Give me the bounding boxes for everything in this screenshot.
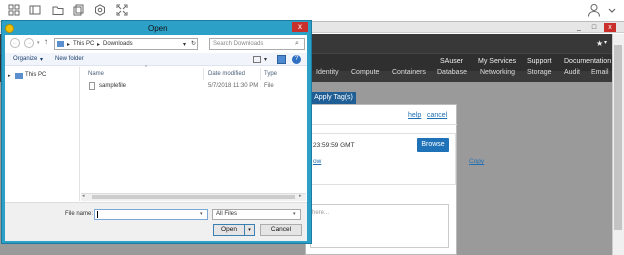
nav-item-this-pc[interactable]: This PC — [25, 72, 46, 78]
open-button-label: Open — [221, 226, 237, 233]
grid-icon[interactable] — [8, 4, 20, 16]
file-name-label: File name: — [65, 211, 94, 217]
expiry-date-text: 23:59:59 GMT — [313, 142, 355, 149]
file-type-select[interactable]: All Files ▾ — [212, 209, 301, 220]
service-storage[interactable]: Storage — [527, 69, 552, 76]
copy-link[interactable]: Copy — [469, 158, 484, 165]
chevron-down-icon: ▾ — [40, 57, 44, 63]
service-containers[interactable]: Containers — [392, 69, 426, 76]
breadcrumb-separator: ▸ — [67, 42, 71, 48]
open-button[interactable]: Open — [213, 224, 245, 236]
column-divider — [203, 68, 204, 80]
column-divider — [260, 68, 261, 80]
computer-icon — [57, 41, 64, 47]
file-name: samplefile — [99, 83, 127, 89]
dialog-divider — [305, 124, 457, 125]
fullscreen-icon[interactable] — [116, 4, 128, 16]
organize-menu[interactable]: Organize — [13, 56, 37, 62]
file-date: 5/7/2018 11:30 PM — [208, 83, 259, 89]
cancel-link[interactable]: cancel — [427, 112, 447, 119]
breadcrumb-this-pc[interactable]: This PC — [73, 41, 94, 47]
open-options-dropdown[interactable]: ▾ — [245, 224, 255, 236]
service-compute[interactable]: Compute — [351, 69, 379, 76]
open-dialog-title: Open — [148, 24, 168, 33]
close-button[interactable]: x — [604, 23, 616, 32]
breadcrumb-downloads[interactable]: Downloads — [103, 41, 133, 47]
page-scroll-thumb[interactable] — [614, 45, 622, 230]
column-header-name[interactable]: Name — [88, 71, 104, 77]
text-cursor — [97, 211, 98, 218]
preview-pane-icon[interactable] — [277, 55, 286, 64]
star-icon[interactable]: ★ — [596, 39, 603, 48]
refresh-icon[interactable]: ↻ — [191, 40, 196, 47]
documentation-link[interactable]: Documentation — [564, 58, 611, 65]
new-folder-button[interactable]: New folder — [55, 56, 84, 62]
search-icon[interactable]: ⌕ — [295, 40, 299, 48]
search-input[interactable]: Search Downloads ⌕ — [209, 38, 305, 50]
open-dialog-close-button[interactable]: x — [292, 22, 308, 32]
navigation-pane: ▸ This PC — [5, 67, 80, 201]
minimize-button[interactable]: _ — [573, 23, 585, 32]
my-services-link[interactable]: My Services — [478, 58, 516, 65]
sort-indicator-icon: ^ — [145, 65, 148, 71]
help-icon[interactable]: ? — [292, 55, 301, 64]
settings-icon[interactable] — [94, 4, 106, 16]
user-menu[interactable]: SAuser — [440, 58, 463, 65]
up-arrow-icon[interactable]: ↑ — [44, 37, 48, 46]
open-dialog-titlebar: Open — [3, 22, 310, 35]
horizontal-scroll-thumb[interactable] — [92, 195, 295, 199]
apply-tags-button[interactable]: Apply Tag(s) — [311, 92, 356, 104]
column-header-type[interactable]: Type — [264, 71, 277, 77]
chevron-down-icon[interactable] — [606, 4, 618, 16]
computer-icon — [15, 73, 23, 79]
chevron-down-icon: ▾ — [248, 227, 251, 233]
file-type: File — [264, 83, 274, 89]
maximize-button[interactable]: □ — [588, 23, 600, 32]
address-bar[interactable]: ▸ This PC ▸ Downloads ▾ ↻ — [54, 38, 198, 50]
scroll-left-icon[interactable]: ◂ — [82, 193, 85, 199]
cancel-button-label: Cancel — [270, 226, 292, 233]
back-arrow-icon[interactable]: ← — [10, 38, 20, 48]
search-placeholder: Search Downloads — [213, 41, 264, 47]
recent-locations-icon[interactable]: ▾ — [37, 40, 40, 46]
help-link[interactable]: help — [408, 112, 421, 119]
chrome-app-icon — [5, 24, 14, 33]
view-options-icon[interactable] — [253, 56, 261, 63]
app-toolbar — [0, 0, 624, 20]
chevron-down-icon[interactable]: ▾ — [200, 211, 203, 217]
command-bar: Organize ▾ New folder ▾ ? — [5, 53, 307, 66]
view-dropdown-icon[interactable]: ▾ — [264, 56, 267, 63]
chevron-down-icon[interactable]: ▾ — [293, 211, 296, 217]
notes-placeholder: here... — [312, 210, 330, 216]
browse-button[interactable]: Browse — [417, 138, 449, 152]
address-dropdown-icon[interactable]: ▾ — [183, 41, 186, 48]
file-name-input[interactable]: ▾ — [94, 209, 208, 220]
notes-textarea[interactable] — [310, 204, 449, 248]
file-list: ^ Name Date modified Type samplefile 5/7… — [81, 65, 306, 201]
user-icon[interactable] — [587, 3, 601, 17]
cancel-button[interactable]: Cancel — [260, 224, 302, 236]
support-link[interactable]: Support — [527, 58, 552, 65]
folder-icon[interactable] — [52, 4, 64, 16]
service-networking[interactable]: Networking — [480, 69, 515, 76]
copy-icon[interactable] — [73, 4, 85, 16]
expand-arrow-icon[interactable]: ▸ — [8, 73, 11, 79]
chevron-down-icon[interactable]: ▾ — [604, 39, 607, 46]
show-link[interactable]: ow — [313, 158, 321, 165]
file-row[interactable]: samplefile 5/7/2018 11:30 PM File — [85, 82, 301, 92]
service-email[interactable]: Email — [591, 69, 609, 76]
column-header-date[interactable]: Date modified — [208, 71, 245, 77]
file-icon — [89, 82, 95, 90]
service-audit[interactable]: Audit — [564, 69, 580, 76]
tablet-icon[interactable] — [29, 4, 41, 16]
service-database[interactable]: Database — [437, 69, 467, 76]
file-type-value: All Files — [216, 211, 238, 217]
forward-arrow-icon[interactable]: → — [24, 38, 34, 48]
breadcrumb-separator: ▸ — [97, 42, 101, 48]
service-identity[interactable]: Identity — [316, 69, 339, 76]
scroll-right-icon[interactable]: ▸ — [299, 193, 302, 199]
